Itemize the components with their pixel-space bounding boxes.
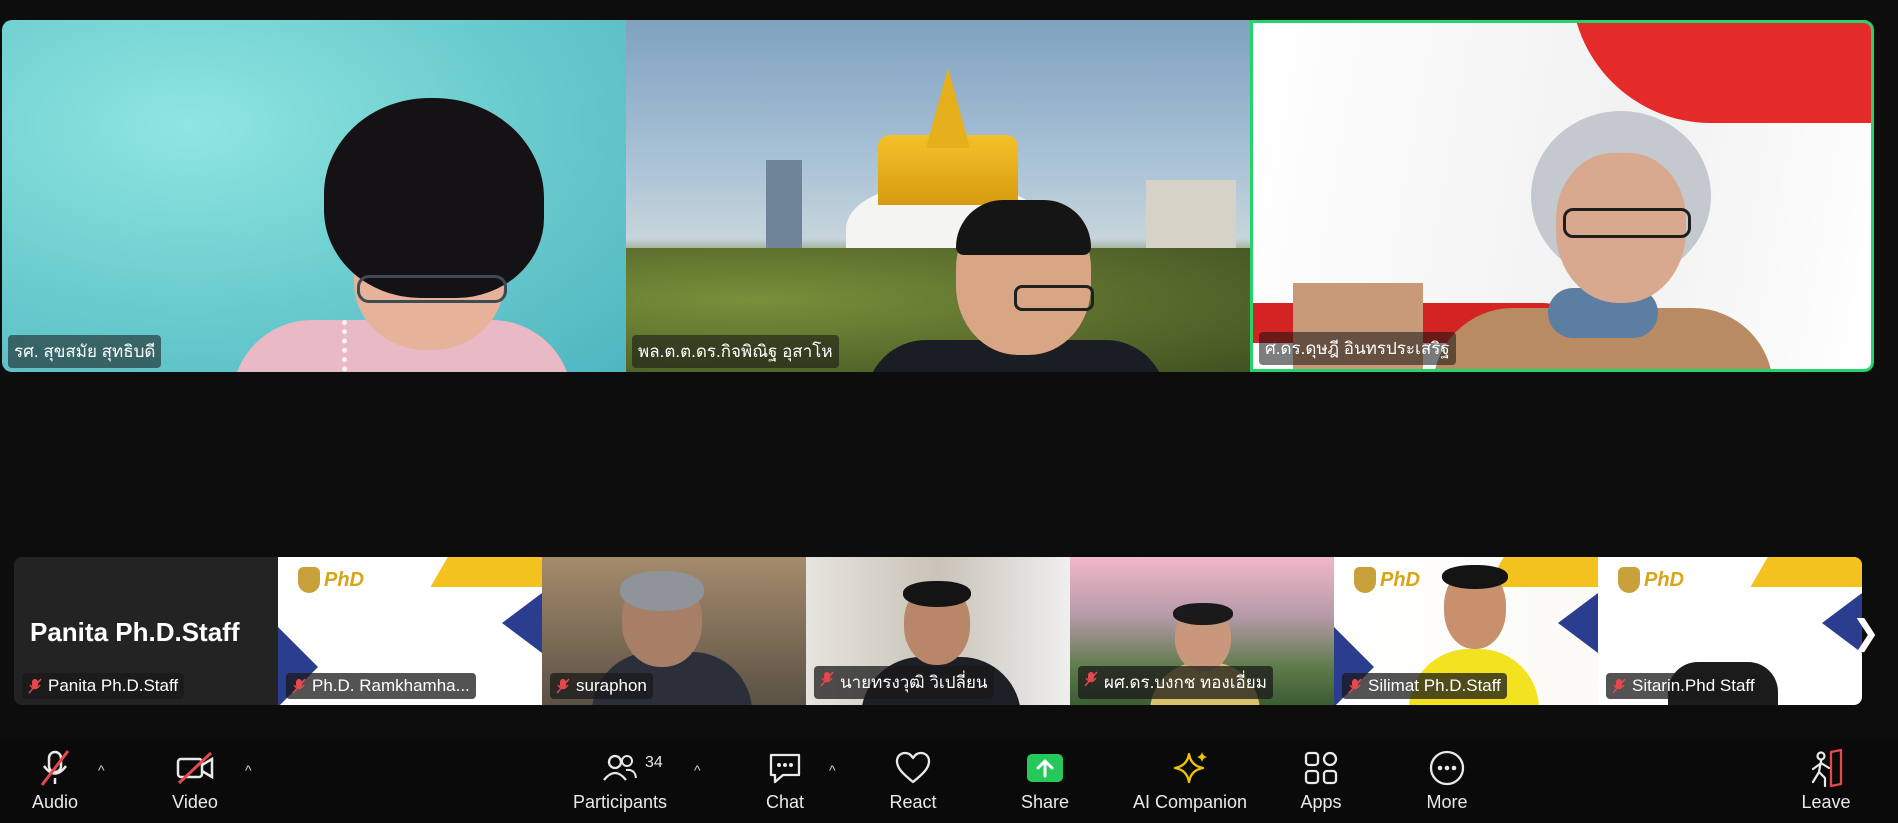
thumbnail-tile[interactable]: Panita Ph.D.Staff Panita Ph.D.Staff: [14, 557, 278, 705]
heart-icon: [891, 748, 935, 788]
participant-name-label: Sitarin.Phd Staff: [1606, 673, 1761, 699]
phd-logo: PhD: [1618, 565, 1694, 595]
muted-mic-icon: [1348, 678, 1362, 694]
audio-options-caret[interactable]: ^: [98, 762, 105, 778]
chevron-right-icon[interactable]: ❯: [1852, 613, 1881, 653]
participant-video: [1173, 603, 1233, 625]
video-tile[interactable]: พล.ต.ต.ดร.กิจพิณิฐ อุสาโห: [626, 20, 1250, 372]
thumbnail-tile[interactable]: ผศ.ดร.บงกช ทองเอี่ยม: [1070, 557, 1334, 705]
participants-count-badge: 34: [645, 754, 663, 771]
video-tile[interactable]: รศ. สุขสมัย สุทธิบดี: [2, 20, 626, 372]
participant-video: [357, 275, 507, 303]
virtual-background: [1571, 23, 1871, 123]
ai-companion-button[interactable]: AI Companion: [1120, 748, 1260, 813]
virtual-background: [1558, 593, 1598, 653]
participant-name-label: รศ. สุขสมัย สุทธิบดี: [8, 335, 162, 368]
participant-name-label: ศ.ดร.ดุษฎี อินทรประเสริฐ: [1259, 332, 1456, 365]
participant-name-label: Ph.D. Ramkhamha...: [286, 673, 476, 699]
muted-mic-icon: [28, 678, 42, 694]
apps-grid-icon: [1299, 748, 1343, 788]
more-button[interactable]: More: [1392, 748, 1502, 813]
university-seal-icon: [298, 567, 320, 593]
participant-name-label: นายทรงวุฒิ วิเปลี่ยน: [814, 666, 994, 699]
share-screen-icon: [1023, 748, 1067, 788]
muted-mic-icon: [1612, 678, 1626, 694]
muted-mic-icon: [292, 678, 306, 694]
leave-door-icon: [1804, 748, 1848, 788]
muted-mic-icon: [820, 671, 834, 687]
participant-video: [956, 200, 1091, 255]
virtual-background: [1750, 557, 1862, 587]
participant-video: [620, 571, 704, 611]
participant-name-label: Panita Ph.D.Staff: [22, 673, 185, 699]
thumbnail-tile[interactable]: PhD Ph.D. Ramkhamha...: [278, 557, 542, 705]
share-button[interactable]: Share: [990, 748, 1100, 813]
thumbnail-tile[interactable]: suraphon: [542, 557, 806, 705]
active-speaker-tile[interactable]: ศ.ดร.ดุษฎี อินทรประเสริฐ: [1250, 20, 1874, 372]
participant-video: [342, 320, 354, 372]
apps-button[interactable]: Apps: [1266, 748, 1376, 813]
video-options-caret[interactable]: ^: [245, 762, 252, 778]
virtual-background: [430, 557, 542, 587]
participant-video: [1442, 565, 1508, 589]
chat-button[interactable]: Chat: [730, 748, 840, 813]
phd-logo: PhD: [1354, 565, 1430, 595]
sparkle-icon: [1168, 748, 1212, 788]
video-button[interactable]: Video: [140, 748, 250, 813]
university-seal-icon: [1618, 567, 1640, 593]
muted-mic-icon: [556, 678, 570, 694]
audio-button[interactable]: Audio: [0, 748, 110, 813]
participant-video: [1563, 208, 1691, 238]
chat-options-caret[interactable]: ^: [829, 762, 836, 778]
virtual-background: [502, 593, 542, 653]
participant-display-name: Panita Ph.D.Staff: [30, 617, 240, 647]
more-dots-icon: [1425, 748, 1469, 788]
chat-bubble-icon: [763, 748, 807, 788]
participant-name-label: ผศ.ดร.บงกช ทองเอี่ยม: [1078, 666, 1273, 699]
virtual-background: [926, 68, 970, 148]
participants-options-caret[interactable]: ^: [694, 762, 701, 778]
participants-icon: [598, 748, 642, 788]
university-seal-icon: [1354, 567, 1376, 593]
participant-thumbnail-strip: Panita Ph.D.Staff Panita Ph.D.Staff PhD …: [14, 557, 1862, 705]
meeting-window: รศ. สุขสมัย สุทธิบดี พล.ต.ต.ดร.กิจพิณิฐ …: [0, 0, 1898, 823]
mic-muted-icon: [33, 748, 77, 788]
meeting-toolbar: Audio ^ Video ^ Participants 34 ^ Chat ^: [0, 740, 1898, 823]
participant-name-label: พล.ต.ต.ดร.กิจพิณิฐ อุสาโห: [632, 335, 839, 368]
thumbnail-tile[interactable]: PhD Silimat Ph.D.Staff: [1334, 557, 1598, 705]
participant-video: [903, 581, 971, 607]
thumbnail-tile[interactable]: นายทรงวุฒิ วิเปลี่ยน: [806, 557, 1070, 705]
participant-name-label: Silimat Ph.D.Staff: [1342, 673, 1507, 699]
participant-video: [324, 98, 544, 298]
participant-name-label: suraphon: [550, 673, 653, 699]
muted-mic-icon: [1084, 671, 1098, 687]
phd-logo: PhD: [298, 565, 374, 595]
leave-button[interactable]: Leave: [1771, 748, 1881, 813]
participant-video: [1014, 285, 1094, 311]
thumbnail-tile[interactable]: PhD Sitarin.Phd Staff: [1598, 557, 1862, 705]
video-off-icon: [173, 748, 217, 788]
react-button[interactable]: React: [858, 748, 968, 813]
